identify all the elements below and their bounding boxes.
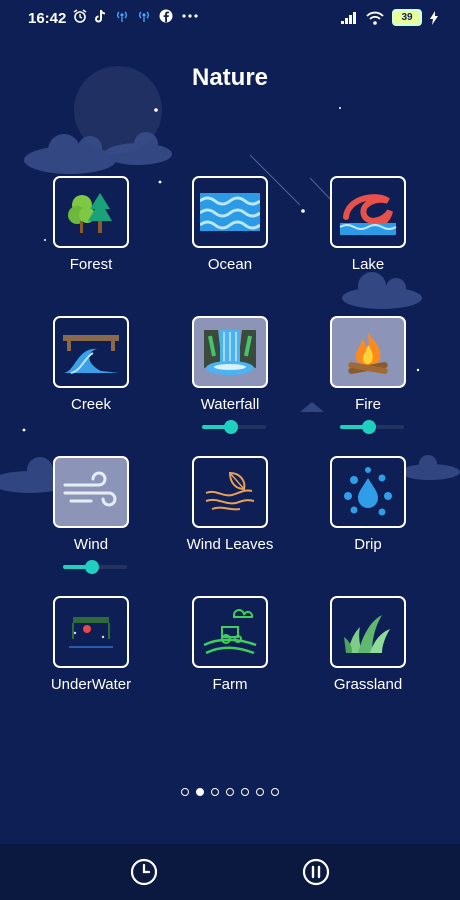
sound-tile-farm[interactable]: Farm bbox=[160, 596, 300, 693]
battery-indicator: 39 bbox=[392, 9, 422, 26]
page-indicator bbox=[0, 788, 460, 796]
page-title: Nature bbox=[191, 64, 269, 91]
tile-frame[interactable] bbox=[192, 456, 268, 528]
tile-frame[interactable] bbox=[53, 456, 129, 528]
page-dot[interactable] bbox=[226, 788, 234, 796]
sound-tile-fire[interactable]: Fire bbox=[298, 316, 438, 413]
sound-label: Creek bbox=[70, 396, 111, 413]
fire-volume-slider[interactable] bbox=[340, 420, 404, 434]
sound-label: Fire bbox=[355, 396, 381, 413]
signal-icon bbox=[341, 11, 356, 24]
page-dot[interactable] bbox=[181, 788, 189, 796]
broadcast-icon bbox=[117, 11, 127, 22]
sound-label: Wind bbox=[73, 536, 109, 553]
cloud bbox=[342, 272, 422, 309]
tile-frame[interactable] bbox=[330, 176, 406, 248]
page-dot[interactable] bbox=[256, 788, 264, 796]
lake-icon bbox=[339, 194, 397, 235]
sound-label: Lake bbox=[351, 256, 385, 273]
underwater-icon bbox=[69, 617, 113, 648]
pause-icon[interactable] bbox=[302, 858, 330, 886]
sound-tile-waterfall[interactable]: Waterfall bbox=[160, 316, 300, 413]
notification-icons bbox=[73, 9, 199, 23]
more-dots-icon bbox=[182, 14, 198, 18]
sound-tile-ocean[interactable]: Ocean bbox=[160, 176, 300, 273]
tile-frame[interactable] bbox=[192, 316, 268, 388]
system-icons: 39 bbox=[340, 9, 438, 26]
broadcast-icon bbox=[139, 11, 149, 22]
tile-frame[interactable] bbox=[192, 176, 268, 248]
page-dot[interactable] bbox=[211, 788, 219, 796]
tile-frame[interactable] bbox=[330, 456, 406, 528]
wind-leaves-icon bbox=[205, 471, 255, 511]
tile-frame[interactable] bbox=[53, 176, 129, 248]
status-time: 16:42 bbox=[28, 10, 67, 27]
sound-tile-forest[interactable]: Forest bbox=[21, 176, 161, 273]
tiktok-icon bbox=[95, 9, 106, 23]
slider-knob[interactable] bbox=[223, 420, 238, 434]
bottom-bar bbox=[0, 844, 460, 900]
sound-tile-drip[interactable]: Drip bbox=[298, 456, 438, 553]
sound-tile-underwater[interactable]: UnderWater bbox=[21, 596, 161, 693]
sound-label: Drip bbox=[354, 536, 382, 553]
slider-knob[interactable] bbox=[84, 560, 99, 574]
wind-volume-slider[interactable] bbox=[63, 560, 127, 574]
grassland-icon bbox=[344, 615, 390, 653]
creek-icon bbox=[63, 335, 119, 374]
facebook-icon bbox=[159, 9, 173, 23]
charging-icon bbox=[430, 10, 438, 25]
tile-frame[interactable] bbox=[53, 316, 129, 388]
sound-label: Grassland bbox=[333, 676, 403, 693]
sound-tile-wind-leaves[interactable]: Wind Leaves bbox=[160, 456, 300, 553]
sound-tile-creek[interactable]: Creek bbox=[21, 316, 161, 413]
tile-frame[interactable] bbox=[53, 596, 129, 668]
sound-label: Ocean bbox=[207, 256, 253, 273]
sound-tile-grassland[interactable]: Grassland bbox=[298, 596, 438, 693]
tile-frame[interactable] bbox=[330, 596, 406, 668]
sound-tile-lake[interactable]: Lake bbox=[298, 176, 438, 273]
page-dot[interactable] bbox=[271, 788, 279, 796]
slider-knob[interactable] bbox=[361, 420, 376, 434]
sound-label: Forest bbox=[69, 256, 113, 273]
alarm-icon bbox=[73, 9, 87, 23]
sound-label: UnderWater bbox=[50, 676, 132, 693]
drip-icon bbox=[344, 467, 392, 516]
sound-label: Wind Leaves bbox=[186, 536, 274, 553]
wifi-icon bbox=[366, 11, 384, 25]
fire-icon bbox=[348, 333, 388, 374]
sound-label: Waterfall bbox=[200, 396, 260, 413]
waterfall-volume-slider[interactable] bbox=[202, 420, 266, 434]
timer-icon[interactable] bbox=[130, 858, 158, 886]
waterfall-icon bbox=[204, 330, 256, 375]
night-sky-decoration bbox=[0, 66, 460, 493]
wind-icon bbox=[63, 471, 117, 507]
cloud bbox=[24, 132, 172, 174]
page-dot[interactable] bbox=[196, 788, 204, 796]
forest-icon bbox=[68, 193, 112, 233]
status-bar: 16:42 39 bbox=[0, 0, 460, 38]
ocean-icon bbox=[200, 193, 260, 231]
tile-frame[interactable] bbox=[330, 316, 406, 388]
sound-label: Farm bbox=[212, 676, 248, 693]
sound-tile-wind[interactable]: Wind bbox=[21, 456, 161, 553]
tile-frame[interactable] bbox=[192, 596, 268, 668]
page-dot[interactable] bbox=[241, 788, 249, 796]
farm-icon bbox=[203, 609, 257, 655]
